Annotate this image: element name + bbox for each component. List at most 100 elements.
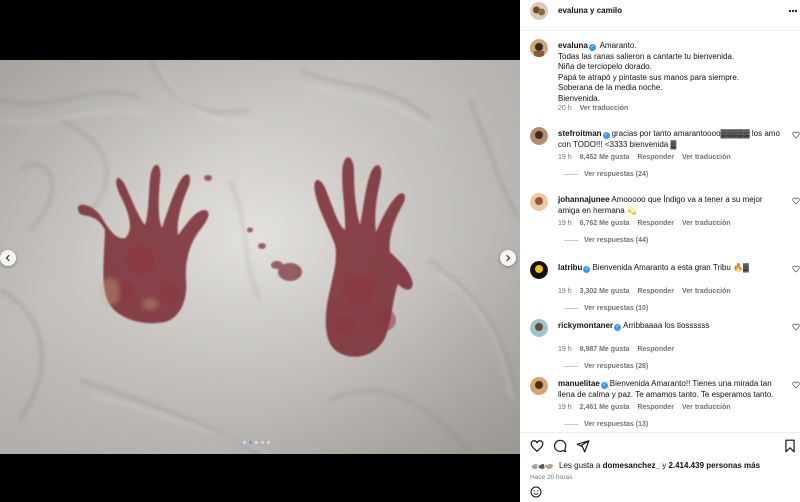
carousel-dot	[243, 441, 246, 444]
likes-prefix: Les gusta a	[559, 460, 601, 470]
comment-like-heart-icon[interactable]	[792, 131, 800, 139]
comment-like-count[interactable]: 2,461 Me gusta	[580, 404, 630, 411]
comment-username[interactable]: manuelitae	[558, 379, 600, 388]
previous-slide-button[interactable]	[0, 250, 16, 266]
reply-button[interactable]: Responder	[637, 288, 674, 295]
reply-button[interactable]: Responder	[637, 404, 674, 411]
emoji-icon[interactable]	[530, 486, 542, 498]
carousel-dot	[255, 441, 258, 444]
post-time-ago[interactable]: Hace 20 horas	[530, 474, 572, 481]
commenter-avatar[interactable]	[530, 193, 548, 211]
comment-username[interactable]: latribu	[558, 263, 582, 272]
comment-like-count[interactable]: 8,987 Me gusta	[580, 346, 630, 353]
bookmark-icon[interactable]	[784, 439, 796, 453]
carousel-dots	[243, 441, 270, 444]
carousel-dot	[261, 441, 264, 444]
caption-line: Amaranto.	[599, 41, 637, 50]
instagram-post-dialog: evaluna y camilo evaluna ✓ Amaranto. Toda…	[0, 0, 800, 502]
post-photo[interactable]	[0, 60, 520, 454]
reply-button[interactable]: Responder	[637, 154, 674, 161]
view-replies-button[interactable]: Ver respuestas (44)	[564, 237, 648, 244]
share-icon[interactable]	[576, 439, 590, 453]
comments-list[interactable]: evaluna ✓ Amaranto. Todas las ranas salie…	[520, 30, 800, 432]
translate-button[interactable]: Ver traducción	[682, 154, 731, 161]
commenter-avatar[interactable]	[530, 127, 548, 145]
comment-username[interactable]: rickymontaner	[558, 321, 613, 330]
comment-like-count[interactable]: 8,452 Me gusta	[580, 154, 630, 161]
verified-badge-icon: ✓	[614, 324, 622, 331]
comment-text: manuelitae ✓ Bienvenida Amaranto!! Tienes …	[558, 379, 786, 400]
translate-button[interactable]: Ver traducción	[682, 220, 731, 227]
caption-meta: 20 h Ver traducción	[558, 105, 628, 112]
comment-meta: 19 h 3,302 Me gusta Responder Ver traducció…	[558, 288, 731, 295]
comment-like-heart-icon[interactable]	[792, 265, 800, 273]
commenter-avatar[interactable]	[530, 261, 548, 279]
chevron-left-icon	[5, 254, 10, 262]
likes-count-link[interactable]: 2.414.439 personas más	[668, 461, 760, 470]
comment-like-heart-icon[interactable]	[792, 381, 800, 389]
caption-avatar[interactable]	[530, 39, 548, 57]
comment-like-heart-icon[interactable]	[792, 197, 800, 205]
caption-line: Soberana de la media noche.	[558, 83, 663, 92]
caption-time[interactable]: 20 h	[558, 105, 572, 112]
commenter-avatar[interactable]	[530, 319, 548, 337]
view-replies-button[interactable]: Ver respuestas (24)	[564, 171, 648, 178]
comment-text: stefroitman ✓ gracias por tanto amarantooo…	[558, 129, 786, 150]
carousel-dot	[249, 441, 252, 444]
comment-time[interactable]: 19 h	[558, 154, 572, 161]
likes-text: Les gusta a domesanchez_ y 2.414.439 per…	[559, 461, 760, 470]
comment-time[interactable]: 19 h	[558, 288, 572, 295]
caption-line: Bienvenida.	[558, 93, 600, 103]
next-slide-button[interactable]	[500, 250, 516, 266]
more-options-icon[interactable]	[788, 4, 798, 18]
translate-button[interactable]: Ver traducción	[682, 288, 731, 295]
reply-button[interactable]: Responder	[637, 220, 674, 227]
author-avatar[interactable]	[530, 2, 548, 20]
view-replies-button[interactable]: Ver respuestas (10)	[564, 305, 648, 312]
comment-text: johannajunee Amooooo que Índigo va a ten…	[558, 195, 786, 216]
view-replies-label: Ver respuestas (44)	[584, 237, 649, 244]
author-username[interactable]: evaluna y camilo	[558, 6, 622, 15]
comment-time[interactable]: 19 h	[558, 220, 572, 227]
comment-time[interactable]: 19 h	[558, 404, 572, 411]
comment-text: latribu ✓ Bienvenida Amaranto a esta gran …	[558, 263, 786, 274]
comment-meta: 19 h 8,452 Me gusta Responder Ver traducció…	[558, 154, 731, 161]
comment-username[interactable]: johannajunee	[558, 195, 610, 204]
verified-badge-icon: ✓	[602, 132, 610, 139]
carousel-dot	[267, 441, 270, 444]
caption-translate-button[interactable]: Ver traducción	[580, 105, 629, 112]
likes-summary[interactable]: Les gusta a domesanchez_ y 2.414.439 per…	[530, 460, 760, 470]
verified-badge-icon: ✓	[588, 44, 596, 51]
comment-time[interactable]: 19 h	[558, 346, 572, 353]
likes-user-link[interactable]: domesanchez_	[603, 461, 660, 470]
comment-icon[interactable]	[553, 439, 567, 453]
post-side-panel: evaluna y camilo evaluna ✓ Amaranto. Toda…	[520, 0, 800, 502]
view-replies-button[interactable]: Ver respuestas (28)	[564, 363, 648, 370]
post-header: evaluna y camilo	[520, 0, 800, 22]
comment-like-count[interactable]: 6,762 Me gusta	[580, 220, 630, 227]
caption-text: evaluna ✓ Amaranto. Todas las ranas salie…	[558, 41, 786, 104]
replies-divider	[564, 308, 578, 309]
reply-button[interactable]: Responder	[637, 346, 674, 353]
translate-button[interactable]: Ver traducción	[682, 404, 731, 411]
likes-and: y	[662, 460, 667, 470]
heart-icon[interactable]	[530, 439, 544, 453]
liker-avatar	[544, 460, 554, 470]
view-replies-label: Ver respuestas (13)	[584, 421, 649, 428]
comment-like-count[interactable]: 3,302 Me gusta	[580, 288, 630, 295]
handprints-on-sheet-image	[0, 60, 520, 454]
caption-line: Todas las ranas salieron a cantarte tu b…	[558, 51, 735, 61]
comment-body: Arribbaaaa los tiossssss	[623, 321, 710, 330]
comment-meta: 19 h 8,987 Me gusta Responder	[558, 346, 674, 353]
comment-meta: 19 h 2,461 Me gusta Responder Ver traducció…	[558, 404, 731, 411]
commenter-avatar[interactable]	[530, 377, 548, 395]
media-pane	[0, 0, 520, 502]
liker-avatars	[530, 460, 554, 470]
replies-divider	[564, 240, 578, 241]
view-replies-label: Ver respuestas (24)	[584, 171, 649, 178]
comment-username[interactable]: stefroitman	[558, 129, 602, 138]
view-replies-button[interactable]: Ver respuestas (13)	[564, 421, 648, 428]
comment-like-heart-icon[interactable]	[792, 323, 800, 331]
replies-divider	[564, 174, 578, 175]
caption-username[interactable]: evaluna	[558, 41, 588, 50]
